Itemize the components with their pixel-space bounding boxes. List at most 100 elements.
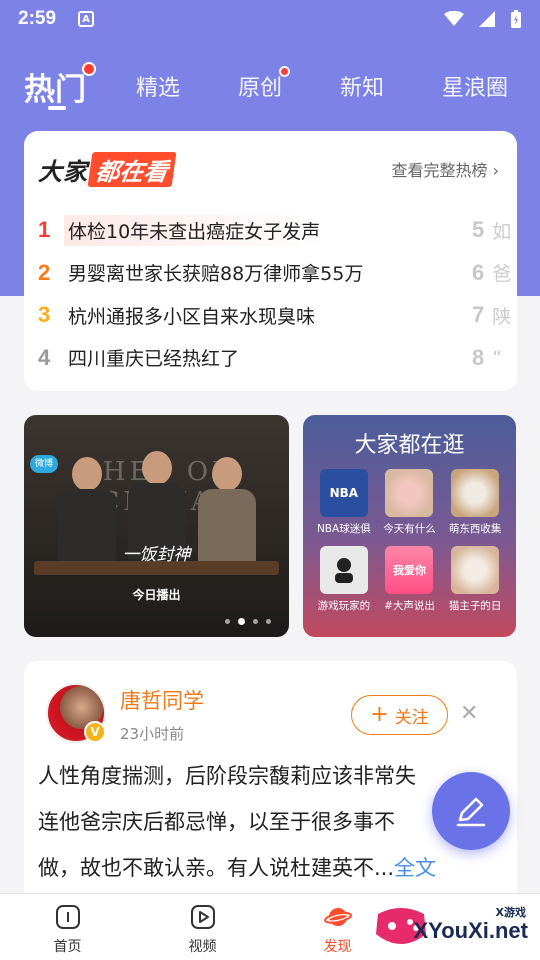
hot-list-card: 大家 都在看 查看完整热榜 › 1 体检10年未查出癌症女子发声 2 男婴离世家… bbox=[24, 131, 517, 391]
hot-title: “ bbox=[492, 346, 503, 369]
red-dot-icon bbox=[279, 66, 291, 77]
hot-title: 四川重庆已经热红了 bbox=[68, 348, 240, 371]
hot-list-item[interactable]: 5如 bbox=[472, 209, 511, 252]
verified-badge-icon: V bbox=[84, 721, 106, 743]
nav-label: 首页 bbox=[53, 939, 82, 955]
read-more-link[interactable]: 全文 bbox=[394, 856, 436, 880]
hot-title: 男婴离世家长获赔88万律师拿55万 bbox=[68, 263, 364, 286]
watermark-text: XYouXi.net bbox=[413, 918, 529, 943]
battery-icon bbox=[511, 10, 521, 28]
hot-rank: 5 bbox=[472, 217, 485, 243]
cat-image-icon bbox=[451, 469, 500, 517]
hot-title: 杭州通报多小区自来水现臭味 bbox=[68, 305, 316, 328]
active-tab-indicator bbox=[48, 106, 66, 110]
browsing-item[interactable]: 游戏玩家的 bbox=[311, 546, 377, 613]
nav-label: 视频 bbox=[188, 939, 217, 955]
hot-list-item[interactable]: 6爸 bbox=[472, 252, 511, 295]
gamer-avatar-icon bbox=[319, 546, 368, 594]
browsing-item-label: #大声说出 bbox=[384, 600, 435, 612]
tab-label: 热门 bbox=[24, 71, 86, 108]
hot-rank: 3 bbox=[38, 302, 51, 328]
red-dot-icon bbox=[82, 61, 96, 76]
discover-planet-icon bbox=[323, 902, 352, 932]
nav-label: 发现 bbox=[323, 939, 352, 955]
hot-list-item[interactable]: 3 杭州通报多小区自来水现臭味 bbox=[38, 294, 363, 337]
plus-icon: + bbox=[370, 702, 389, 727]
browsing-item[interactable]: 猫主子的日 bbox=[442, 546, 508, 613]
hot-list-item[interactable]: 2 男婴离世家长获赔88万律师拿55万 bbox=[38, 252, 363, 295]
hot-list-logo: 大家 都在看 bbox=[38, 151, 177, 187]
accessibility-icon: A bbox=[78, 11, 95, 27]
carousel-dot-active bbox=[238, 618, 245, 625]
logo-text-black: 大家 bbox=[38, 157, 88, 186]
tab-star-circle[interactable]: 星浪圈 bbox=[442, 70, 508, 102]
browsing-item-label: NBA球迷俱 bbox=[316, 523, 371, 535]
top-tabs: 热门 精选 原创 新知 星浪圈 bbox=[24, 60, 540, 112]
browsing-item-label: 猫主子的日 bbox=[448, 600, 502, 612]
browsing-item[interactable]: 萌东西收集 bbox=[442, 469, 508, 536]
weibo-logo-icon: 微博 bbox=[30, 455, 58, 473]
hot-rank: 8 bbox=[472, 344, 485, 370]
wifi-icon bbox=[444, 11, 464, 26]
compose-button[interactable] bbox=[432, 772, 510, 850]
tab-label: 新知 bbox=[340, 76, 385, 101]
banner-subtitle: 今日播出 bbox=[132, 588, 181, 602]
hot-list-item[interactable]: 7陕 bbox=[472, 294, 511, 337]
carousel-dot bbox=[225, 619, 230, 624]
hot-title: 陕 bbox=[492, 305, 512, 328]
hot-rank: 7 bbox=[472, 302, 485, 328]
browsing-grid: NBA NBA球迷俱 今天有什么 萌东西收集 游戏玩家的 我爱你 #大声说出 猫… bbox=[311, 469, 508, 613]
browsing-item-label: 游戏玩家的 bbox=[317, 600, 371, 612]
hot-list: 1 体检10年未查出癌症女子发声 2 男婴离世家长获赔88万律师拿55万 3 杭… bbox=[38, 209, 363, 379]
site-watermark: X游戏 XYouXi.net bbox=[370, 896, 538, 956]
browsing-item[interactable]: 今天有什么 bbox=[377, 469, 443, 536]
hot-title: 如 bbox=[492, 220, 512, 243]
home-icon bbox=[54, 902, 82, 932]
follow-label: 关注 bbox=[394, 707, 429, 728]
tab-hot[interactable]: 热门 bbox=[24, 61, 96, 109]
everyone-browsing-card[interactable]: 大家都在逛 NBA NBA球迷俱 今天有什么 萌东西收集 游戏玩家的 我爱你 #… bbox=[303, 415, 516, 637]
browsing-title: 大家都在逛 bbox=[354, 433, 465, 458]
feed-post-card[interactable]: V 唐哲同学 23小时前 + 关注 ✕ 人性角度揣测，后阶段宗馥莉应该非常失 连… bbox=[24, 661, 517, 901]
browsing-item[interactable]: 我爱你 #大声说出 bbox=[377, 546, 443, 613]
status-time: 2:59 bbox=[18, 8, 57, 29]
show-banner[interactable]: CHEF OF CHINA 微博 一饭封神 今日播出 bbox=[24, 415, 289, 637]
hot-rank: 4 bbox=[38, 344, 51, 370]
post-text-line-last: 做，故也不敢认亲。有人说杜建英不...全文 bbox=[38, 845, 508, 891]
view-full-hot-list-link[interactable]: 查看完整热榜 › bbox=[392, 157, 500, 181]
hot-title: 体检10年未查出癌症女子发声 bbox=[64, 214, 325, 246]
tab-new-knowledge[interactable]: 新知 bbox=[340, 70, 384, 102]
status-bar: 2:59 A bbox=[0, 0, 540, 38]
nba-logo-icon: NBA bbox=[319, 469, 368, 517]
carousel-dot bbox=[266, 619, 271, 624]
tab-selected[interactable]: 精选 bbox=[136, 70, 180, 102]
tab-label: 星浪圈 bbox=[442, 76, 509, 101]
browsing-item-label: 今天有什么 bbox=[383, 523, 436, 535]
post-time: 23小时前 bbox=[120, 725, 185, 743]
carousel-dot bbox=[253, 619, 258, 624]
hot-list-item[interactable]: 4 四川重庆已经热红了 bbox=[38, 337, 363, 380]
tab-original[interactable]: 原创 bbox=[238, 66, 291, 102]
hot-title: 爸 bbox=[492, 263, 512, 286]
pig-image-icon bbox=[385, 469, 434, 517]
browsing-item[interactable]: NBA NBA球迷俱 bbox=[311, 469, 377, 536]
nav-home[interactable]: 首页 bbox=[0, 894, 135, 960]
signal-icon bbox=[479, 11, 495, 27]
follow-button[interactable]: + 关注 bbox=[351, 695, 448, 735]
hot-rank: 2 bbox=[38, 259, 51, 285]
post-text-line: 做，故也不敢认亲。有人说杜建英不... bbox=[38, 856, 395, 880]
banner-title: 一饭封神 bbox=[122, 545, 191, 565]
status-icons bbox=[444, 9, 522, 29]
logo-text-red: 都在看 bbox=[87, 151, 177, 187]
close-icon[interactable]: ✕ bbox=[460, 701, 478, 726]
author-name[interactable]: 唐哲同学 bbox=[120, 685, 204, 715]
tab-label: 精选 bbox=[136, 76, 181, 101]
hot-list-item[interactable]: 8 “ bbox=[472, 337, 511, 380]
nav-video[interactable]: 视频 bbox=[135, 894, 270, 960]
carousel-indicator bbox=[225, 618, 271, 625]
hot-list-column-2: 5如 6爸 7陕 8 “ bbox=[472, 209, 511, 379]
hot-list-item[interactable]: 1 体检10年未查出癌症女子发声 bbox=[38, 209, 363, 252]
love-poster-icon: 我爱你 bbox=[385, 546, 434, 594]
cat-image-icon bbox=[451, 546, 500, 594]
browsing-item-label: 萌东西收集 bbox=[448, 523, 502, 535]
